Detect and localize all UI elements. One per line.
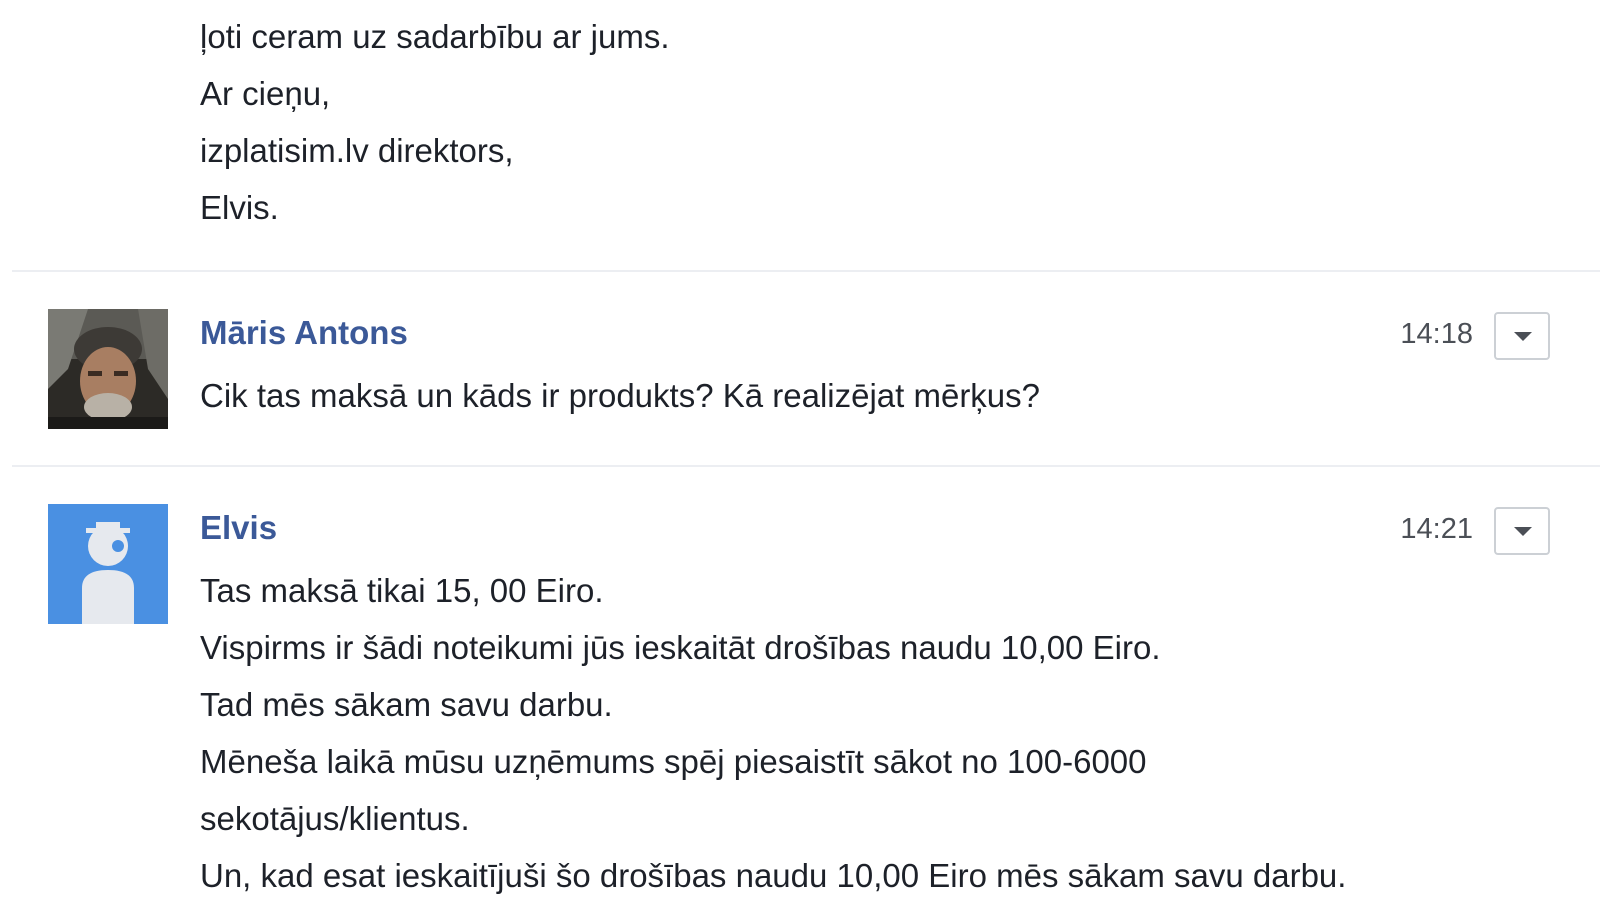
previous-message-line: ļoti ceram uz sadarbību ar jums. <box>200 18 670 55</box>
caret-down-icon <box>1514 527 1532 536</box>
message-text-line: Cik tas maksā un kāds ir produkts? Kā re… <box>200 377 1041 414</box>
message-thread: ļoti ceram uz sadarbību ar jums. Ar cieņ… <box>0 0 1600 900</box>
message-menu-button[interactable] <box>1494 507 1550 555</box>
message-divider <box>12 465 1600 467</box>
message-text-line: Tas maksā tikai 15, 00 Eiro. <box>200 572 604 609</box>
message-timestamp: 14:18 <box>1400 318 1473 350</box>
message-divider <box>12 270 1600 272</box>
caret-down-icon <box>1514 332 1532 341</box>
previous-message-line: Elvis. <box>200 189 279 226</box>
message-author[interactable]: Elvis <box>200 509 277 547</box>
message-timestamp: 14:21 <box>1400 513 1473 545</box>
message-text-line: Tad mēs sākam savu darbu. <box>200 686 613 723</box>
message-text-line: sekotājus/klientus. <box>200 800 470 837</box>
avatar[interactable] <box>48 504 168 624</box>
avatar[interactable] <box>48 309 168 429</box>
message-author[interactable]: Māris Antons <box>200 314 408 352</box>
message-menu-button[interactable] <box>1494 312 1550 360</box>
message-text-line: Vispirms ir šādi noteikumi jūs ieskaitāt… <box>200 629 1161 666</box>
previous-message-line: izplatisim.lv direktors, <box>200 132 514 169</box>
message-text-line: Un, kad esat ieskaitījuši šo drošības na… <box>200 857 1347 894</box>
default-user-avatar-icon <box>48 504 168 624</box>
previous-message-line: Ar cieņu, <box>200 75 331 112</box>
message-text-line: Mēneša laikā mūsu uzņēmums spēj piesaist… <box>200 743 1147 780</box>
user-photo-avatar <box>48 309 168 429</box>
